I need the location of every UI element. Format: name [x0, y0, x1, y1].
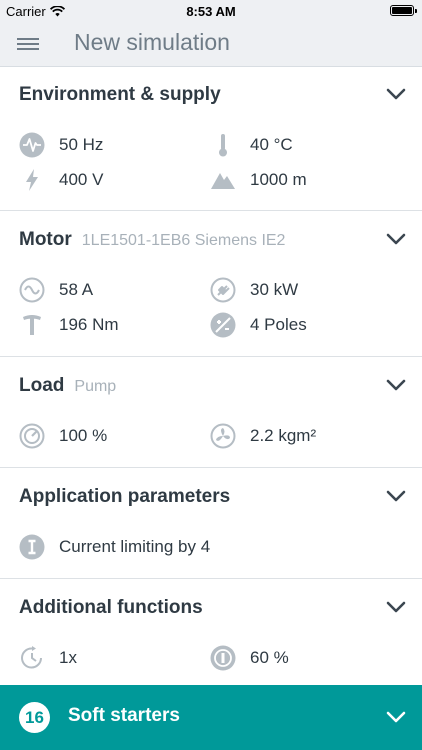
section-header: Additional functions [19, 597, 203, 619]
section-title: Additional functions [19, 597, 203, 618]
section-title: Application parameters [19, 486, 231, 507]
power-value: 30 kW [250, 280, 299, 299]
param-frequency: 50 Hz [19, 132, 103, 158]
mountain-icon [210, 167, 236, 193]
soft-starters-result-bar[interactable]: 16 Soft starters [0, 685, 422, 750]
section-environment-supply[interactable]: Environment & supply 50 Hz 40 °C 400 V 1… [0, 66, 422, 211]
ac-current-icon [19, 277, 45, 303]
param-starts: 1x [19, 645, 77, 671]
starts-value: 1x [59, 648, 77, 667]
altitude-value: 1000 m [250, 170, 307, 189]
status-bar: Carrier 8:53 AM [0, 0, 422, 22]
param-poles: 4 Poles [210, 312, 307, 338]
hamburger-menu-icon[interactable] [16, 34, 40, 54]
param-altitude: 1000 m [210, 167, 307, 193]
duty-cycle-icon [210, 645, 236, 671]
duty-value: 60 % [250, 648, 289, 667]
param-load-percent: 100 % [19, 423, 107, 449]
thermometer-icon [210, 132, 236, 158]
param-duty: 60 % [210, 645, 289, 671]
frequency-icon [19, 132, 45, 158]
voltage-value: 400 V [59, 170, 104, 189]
section-header: Load Pump [19, 375, 116, 397]
navigation-bar: New simulation [0, 22, 422, 67]
param-temperature: 40 °C [210, 132, 293, 158]
section-header: Motor 1LE1501-1EB6 Siemens IE2 [19, 229, 285, 251]
poles-value: 4 Poles [250, 315, 307, 334]
current-limit-icon [19, 534, 45, 560]
torque-value: 196 Nm [59, 315, 119, 334]
page-title: New simulation [74, 29, 230, 55]
repeat-clock-icon [19, 645, 45, 671]
poles-icon [210, 312, 236, 338]
section-header: Environment & supply [19, 84, 221, 106]
section-header: Application parameters [19, 486, 230, 508]
param-current-limiting: Current limiting by 4 [19, 534, 210, 560]
section-subtitle: Pump [74, 378, 117, 395]
section-application-parameters[interactable]: Application parameters Current limiting … [0, 468, 422, 579]
current-value: 58 A [59, 280, 94, 299]
section-additional-functions[interactable]: Additional functions 1x 60 % [0, 579, 422, 685]
fan-icon [210, 423, 236, 449]
chevron-down-icon[interactable] [386, 490, 406, 502]
power-plug-icon [210, 277, 236, 303]
load-percent-value: 100 % [59, 426, 108, 445]
chevron-down-icon[interactable] [386, 88, 406, 100]
param-power: 30 kW [210, 277, 298, 303]
chevron-down-icon[interactable] [386, 233, 406, 245]
battery-icon [390, 5, 417, 16]
result-label: Soft starters [68, 705, 180, 726]
current-limiting-value: Current limiting by 4 [59, 537, 211, 556]
chevron-down-icon[interactable] [386, 711, 406, 723]
param-current: 58 A [19, 277, 93, 303]
section-title: Environment & supply [19, 84, 221, 105]
temperature-value: 40 °C [250, 135, 293, 154]
section-subtitle: 1LE1501-1EB6 Siemens IE2 [81, 232, 286, 249]
section-title: Load [19, 375, 65, 396]
param-inertia: 2.2 kgm² [210, 423, 316, 449]
chevron-down-icon[interactable] [386, 379, 406, 391]
section-title: Motor [19, 229, 72, 250]
section-load[interactable]: Load Pump 100 % 2.2 kgm² [0, 357, 422, 468]
chevron-down-icon[interactable] [386, 601, 406, 613]
torque-icon [19, 312, 45, 338]
param-torque: 196 Nm [19, 312, 119, 338]
result-count-badge: 16 [19, 702, 50, 733]
section-motor[interactable]: Motor 1LE1501-1EB6 Siemens IE2 58 A 30 k… [0, 211, 422, 357]
inertia-value: 2.2 kgm² [250, 426, 317, 445]
gauge-icon [19, 423, 45, 449]
param-voltage: 400 V [19, 167, 103, 193]
lightning-bolt-icon [19, 167, 45, 193]
clock: 8:53 AM [186, 4, 236, 19]
frequency-value: 50 Hz [59, 135, 104, 154]
